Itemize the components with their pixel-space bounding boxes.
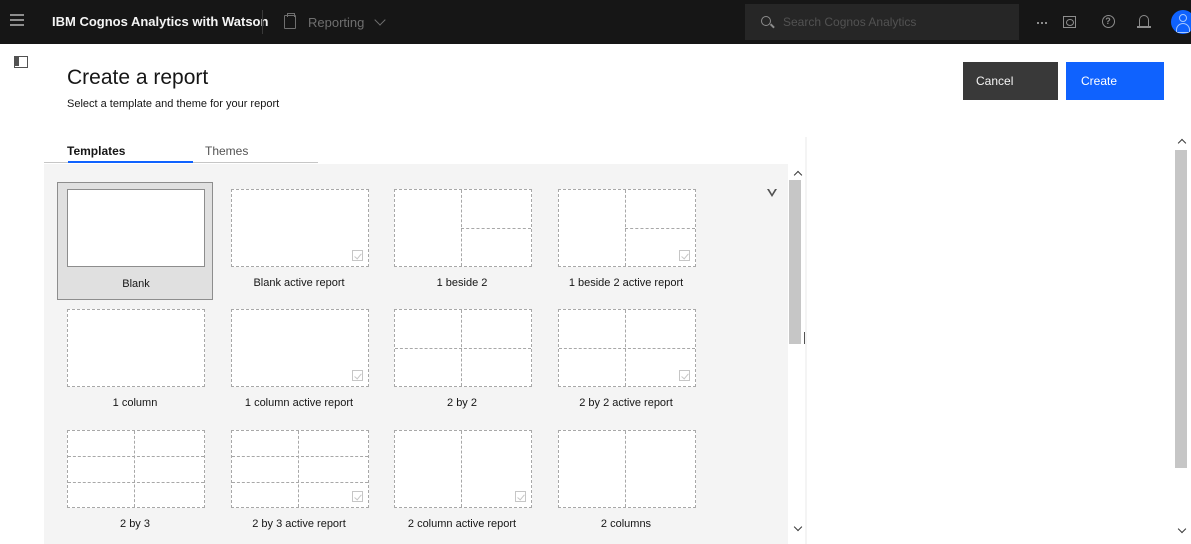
template-card-2-by-2[interactable]: 2 by 2	[384, 302, 540, 420]
template-label: Blank active report	[253, 277, 345, 289]
template-card-1-beside-2[interactable]: 1 beside 2	[384, 182, 540, 300]
search-input[interactable]	[783, 13, 1003, 31]
template-card-blank[interactable]: Blank	[57, 182, 213, 300]
template-label: 2 by 2 active report	[579, 397, 673, 409]
reporting-switcher[interactable]: Reporting	[284, 11, 387, 33]
active-report-icon	[352, 250, 363, 261]
template-thumbnail	[231, 309, 369, 387]
template-thumbnail	[67, 189, 205, 267]
search-icon	[761, 16, 771, 26]
template-thumbnail	[394, 309, 532, 387]
header-divider	[262, 10, 263, 34]
page-subtitle: Select a template and theme for your rep…	[67, 98, 280, 110]
template-label: 1 column active report	[244, 397, 354, 409]
template-thumbnail	[231, 430, 369, 508]
template-card-2-by-3-active[interactable]: 2 by 3 active report	[221, 423, 377, 541]
active-report-icon	[679, 250, 690, 261]
active-report-icon	[515, 491, 526, 502]
app-title[interactable]: IBM Cognos Analytics with Watson	[52, 14, 268, 29]
scrollbar-thumb[interactable]	[1175, 150, 1187, 468]
template-card-blank-active[interactable]: Blank active report	[221, 182, 377, 300]
user-avatar-icon[interactable]	[1171, 10, 1191, 34]
template-thumbnail	[231, 189, 369, 267]
active-report-icon	[679, 370, 690, 381]
scroll-down-icon[interactable]	[1177, 524, 1187, 534]
reporting-label: Reporting	[308, 14, 365, 30]
template-label: 1 column	[112, 397, 158, 409]
top-bar: IBM Cognos Analytics with Watson Reporti…	[0, 0, 1191, 44]
template-label: 2 column active report	[407, 518, 517, 530]
template-card-1-column[interactable]: 1 column	[57, 302, 213, 420]
template-label: 2 columns	[600, 518, 652, 530]
template-card-2-by-2-active[interactable]: 2 by 2 active report	[548, 302, 704, 420]
template-card-2-column-active[interactable]: 2 column active report	[384, 423, 540, 541]
scroll-up-icon[interactable]	[1177, 138, 1187, 148]
view-icon[interactable]	[1059, 12, 1079, 32]
template-thumbnail	[558, 189, 696, 267]
template-card-2-columns[interactable]: 2 columns	[548, 423, 704, 541]
overflow-menu-icon[interactable]	[1032, 12, 1052, 32]
panel-divider	[805, 137, 807, 544]
scroll-down-icon[interactable]	[793, 522, 803, 532]
page-scrollbar[interactable]	[1172, 130, 1191, 544]
page-title: Create a report	[67, 66, 209, 89]
template-label: Blank	[122, 278, 150, 290]
template-label: 2 by 3	[120, 518, 150, 530]
template-card-1-beside-2-active[interactable]: 1 beside 2 active report	[548, 182, 704, 300]
template-label: 2 by 3 active report	[252, 518, 346, 530]
template-thumbnail	[394, 189, 532, 267]
template-thumbnail	[67, 430, 205, 508]
scrollbar-thumb[interactable]	[789, 180, 801, 344]
scroll-up-icon[interactable]	[793, 170, 803, 180]
search-box[interactable]	[745, 4, 1019, 40]
template-gallery: Blank Blank active report 1 beside 2 1 b…	[44, 164, 788, 544]
template-thumbnail	[394, 430, 532, 508]
template-thumbnail	[558, 430, 696, 508]
template-card-1-column-active[interactable]: 1 column active report	[221, 302, 377, 420]
template-thumbnail	[67, 309, 205, 387]
tab-templates[interactable]: Templates	[67, 137, 125, 164]
menu-icon[interactable]	[10, 14, 24, 28]
help-icon[interactable]: ?	[1098, 12, 1118, 32]
template-label: 1 beside 2	[436, 277, 488, 289]
tab-active-indicator	[68, 161, 193, 163]
template-label: 1 beside 2 active report	[568, 277, 684, 289]
create-button[interactable]: Create	[1066, 62, 1164, 100]
filter-icon[interactable]	[767, 189, 779, 199]
template-label: 2 by 2	[447, 397, 477, 409]
template-card-2-by-3[interactable]: 2 by 3	[57, 423, 213, 541]
notification-icon[interactable]	[1134, 12, 1154, 32]
report-icon	[284, 13, 296, 29]
tab-themes[interactable]: Themes	[205, 137, 248, 164]
active-report-icon	[352, 491, 363, 502]
chevron-down-icon	[374, 13, 387, 26]
panel-toggle-icon[interactable]	[14, 56, 28, 68]
tab-list: Templates Themes	[44, 137, 318, 164]
template-thumbnail	[558, 309, 696, 387]
active-report-icon	[352, 370, 363, 381]
cancel-button[interactable]: Cancel	[963, 62, 1058, 100]
